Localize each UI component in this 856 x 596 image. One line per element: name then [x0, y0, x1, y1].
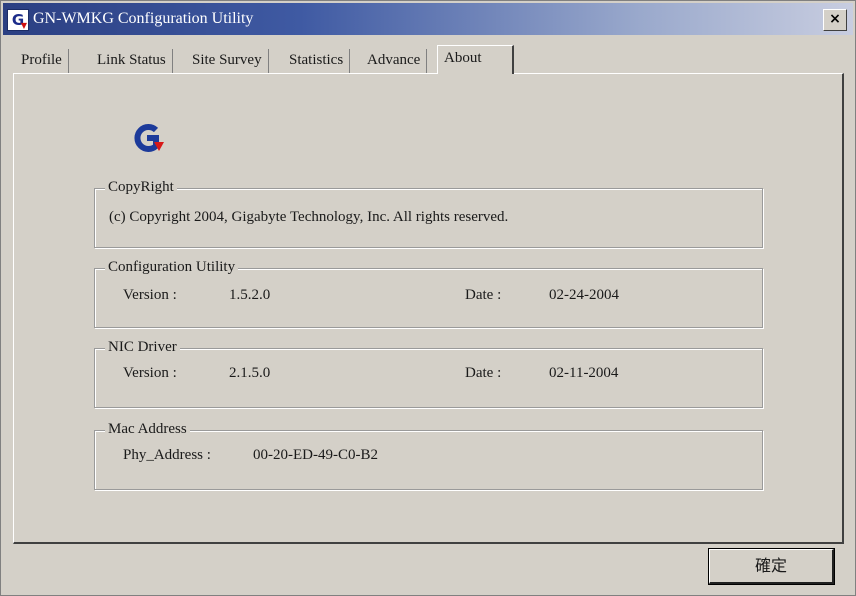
copyright-group: CopyRight (c) Copyright 2004, Gigabyte T…	[94, 179, 763, 248]
tab-about[interactable]: About	[437, 45, 514, 74]
tab-link-status[interactable]: Link Status	[91, 49, 173, 73]
copyright-text: (c) Copyright 2004, Gigabyte Technology,…	[109, 209, 509, 225]
config-date-value: 02-24-2004	[549, 287, 619, 303]
phy-address-label: Phy_Address :	[123, 447, 211, 463]
nic-date-value: 02-11-2004	[549, 365, 619, 381]
app-logo-icon: G ▼	[7, 9, 29, 31]
nic-version-value: 2.1.5.0	[229, 365, 271, 381]
config-date-label: Date :	[465, 287, 502, 303]
nic-date-label: Date :	[465, 365, 502, 381]
config-utility-group-label: Configuration Utility	[105, 259, 239, 276]
config-version-value: 1.5.2.0	[229, 287, 271, 303]
tab-advance[interactable]: Advance	[361, 49, 428, 73]
phy-address-value: 00-20-ED-49-C0-B2	[253, 447, 378, 463]
close-button[interactable]: ×	[823, 9, 847, 31]
config-version-label: Version :	[123, 287, 177, 303]
title-bar[interactable]: G ▼ GN-WMKG Configuration Utility ×	[3, 3, 853, 35]
about-panel: CopyRight (c) Copyright 2004, Gigabyte T…	[13, 73, 844, 544]
config-utility-group: Configuration Utility Version : 1.5.2.0 …	[94, 259, 763, 328]
nic-version-label: Version :	[123, 365, 177, 381]
window-title: GN-WMKG Configuration Utility	[33, 10, 254, 27]
nic-driver-group: NIC Driver Version : 2.1.5.0 Date : 02-1…	[94, 339, 763, 408]
tab-site-survey[interactable]: Site Survey	[186, 49, 269, 73]
tab-profile[interactable]: Profile	[15, 49, 69, 73]
ok-button[interactable]: 確定	[708, 548, 835, 585]
mac-address-group: Mac Address Phy_Address : 00-20-ED-49-C0…	[94, 421, 763, 490]
mac-address-group-label: Mac Address	[105, 421, 190, 438]
dialog-window: G ▼ GN-WMKG Configuration Utility × Profi…	[0, 0, 856, 596]
nic-driver-group-label: NIC Driver	[105, 339, 180, 356]
copyright-group-label: CopyRight	[105, 179, 177, 196]
tab-statistics[interactable]: Statistics	[283, 49, 351, 73]
gigabyte-logo-icon	[134, 124, 164, 152]
